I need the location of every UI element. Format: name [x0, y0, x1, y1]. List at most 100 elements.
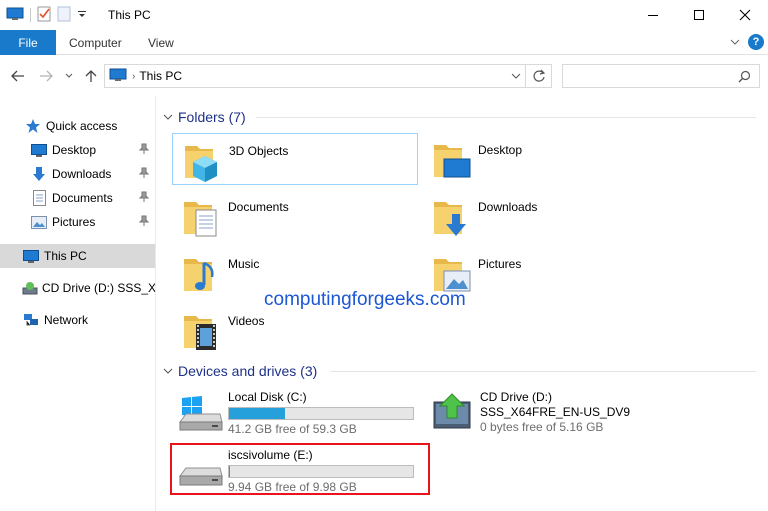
- drive-cd-d[interactable]: CD Drive (D:) SSS_X64FRE_EN-US_DV9 0 byt…: [422, 388, 680, 436]
- folder-3d-objects[interactable]: 3D Objects: [172, 133, 418, 185]
- drive-name: CD Drive (D:): [480, 390, 552, 404]
- ribbon-controls: ?: [730, 34, 764, 50]
- sidebar-item-network[interactable]: Network: [0, 309, 155, 331]
- drive-usage-fill: [229, 408, 285, 419]
- pictures-icon: [30, 214, 48, 230]
- cd-drive-icon: [433, 393, 471, 429]
- chevron-down-icon: [511, 73, 521, 79]
- folder-videos[interactable]: Videos: [172, 304, 418, 356]
- sidebar-item-quick-access[interactable]: Quick access: [0, 115, 155, 137]
- folder-label: Videos: [228, 314, 265, 328]
- sidebar-item-documents[interactable]: Documents: [0, 187, 155, 209]
- this-pc-icon[interactable]: [6, 7, 24, 24]
- address-bar[interactable]: › This PC: [104, 64, 552, 88]
- drives-group-header[interactable]: Devices and drives (3): [160, 361, 760, 381]
- expand-ribbon-button[interactable]: [730, 35, 740, 49]
- group-title: Devices and drives (3): [178, 363, 318, 379]
- sidebar-item-cd-drive[interactable]: CD Drive (D:) SSS_X64FRE_EN-US_DV9: [0, 277, 155, 299]
- folder-label: Downloads: [478, 200, 538, 214]
- downloads-folder-icon: [434, 202, 466, 236]
- arrow-right-icon: [40, 70, 53, 82]
- download-arrow-icon: [30, 166, 48, 182]
- folder-documents[interactable]: Documents: [172, 190, 418, 242]
- forward-button[interactable]: [36, 66, 56, 86]
- sidebar-item-downloads[interactable]: Downloads: [0, 163, 155, 185]
- title-bar: This PC: [0, 0, 768, 30]
- folders-group-header[interactable]: Folders (7): [160, 107, 760, 127]
- navigation-bar: › This PC: [0, 56, 768, 96]
- folder-label: Documents: [228, 200, 289, 214]
- pin-icon[interactable]: [138, 167, 150, 182]
- arrow-left-icon: [11, 70, 24, 82]
- folder-label: 3D Objects: [229, 144, 289, 158]
- sidebar-item-label: Downloads: [52, 167, 112, 181]
- network-icon: [22, 312, 40, 328]
- drive-name: Local Disk (C:): [228, 390, 307, 404]
- chevron-right-icon[interactable]: ›: [132, 71, 135, 82]
- chevron-down-icon: [160, 367, 176, 375]
- tab-computer[interactable]: Computer: [69, 36, 122, 50]
- drive-free-space: 0 bytes free of 5.16 GB: [480, 420, 604, 434]
- refresh-button[interactable]: [525, 65, 551, 87]
- ribbon-tabs: File Computer View ?: [0, 30, 768, 55]
- folder-downloads[interactable]: Downloads: [422, 190, 668, 242]
- help-button[interactable]: ?: [748, 34, 764, 50]
- sidebar-item-desktop[interactable]: Desktop: [0, 139, 155, 161]
- breadcrumb[interactable]: This PC: [139, 69, 182, 83]
- pin-icon[interactable]: [138, 143, 150, 158]
- this-pc-icon: [109, 68, 127, 85]
- search-input[interactable]: [563, 65, 733, 87]
- arrow-up-icon: [85, 70, 97, 82]
- 3d-objects-folder-icon: [185, 146, 217, 182]
- search-icon: [738, 70, 751, 86]
- drive-volume-label: SSS_X64FRE_EN-US_DV9: [480, 405, 631, 419]
- cd-drive-icon: [22, 280, 38, 296]
- maximize-icon: [694, 10, 704, 20]
- pin-icon[interactable]: [138, 215, 150, 230]
- sidebar-item-this-pc[interactable]: This PC: [0, 244, 155, 268]
- star-icon: [24, 118, 42, 134]
- close-button[interactable]: [722, 0, 768, 30]
- minimize-icon: [648, 15, 658, 16]
- sidebar-item-label: This PC: [44, 249, 87, 263]
- sidebar-item-pictures[interactable]: Pictures: [0, 211, 155, 233]
- drive-usage-bar: [228, 407, 414, 420]
- selection-highlight-box: [170, 443, 430, 495]
- music-folder-icon: [184, 259, 214, 291]
- customize-toolbar-icon[interactable]: [77, 8, 87, 22]
- desktop-icon: [30, 142, 48, 158]
- new-folder-icon[interactable]: [57, 6, 71, 25]
- search-box[interactable]: [562, 64, 760, 88]
- sidebar-item-label: Desktop: [52, 143, 97, 157]
- tab-view[interactable]: View: [148, 36, 174, 50]
- document-icon: [30, 190, 48, 206]
- folder-label: Desktop: [478, 143, 523, 157]
- folder-label: Music: [228, 257, 260, 271]
- tab-file[interactable]: File: [0, 30, 56, 55]
- close-icon: [739, 9, 751, 21]
- minimize-button[interactable]: [630, 0, 676, 30]
- sidebar-item-label: Pictures: [52, 215, 96, 229]
- pin-icon[interactable]: [138, 191, 150, 206]
- sidebar-item-label: CD Drive (D:) SSS_X64FRE_EN-US_DV9: [42, 281, 156, 295]
- folder-label: Pictures: [478, 257, 522, 271]
- back-button[interactable]: [8, 66, 28, 86]
- group-divider: [256, 117, 756, 118]
- desktop-folder-icon: [434, 145, 471, 178]
- quick-access-toolbar: [6, 6, 87, 24]
- chevron-down-icon: [65, 73, 73, 78]
- up-button[interactable]: [82, 66, 100, 86]
- drive-local-disk-c[interactable]: Local Disk (C:) 41.2 GB free of 59.3 GB: [170, 388, 428, 436]
- maximize-button[interactable]: [676, 0, 722, 30]
- refresh-icon: [532, 69, 545, 82]
- window-title: This PC: [108, 8, 151, 22]
- documents-folder-icon: [184, 202, 217, 237]
- this-pc-icon: [22, 248, 40, 264]
- recent-locations-button[interactable]: [62, 66, 76, 86]
- address-dropdown-button[interactable]: [511, 69, 521, 86]
- folder-desktop[interactable]: Desktop: [422, 133, 668, 185]
- sidebar-item-label: Quick access: [46, 119, 118, 133]
- properties-icon[interactable]: [37, 6, 51, 25]
- group-divider: [330, 371, 756, 372]
- windows-drive-icon: [179, 396, 223, 431]
